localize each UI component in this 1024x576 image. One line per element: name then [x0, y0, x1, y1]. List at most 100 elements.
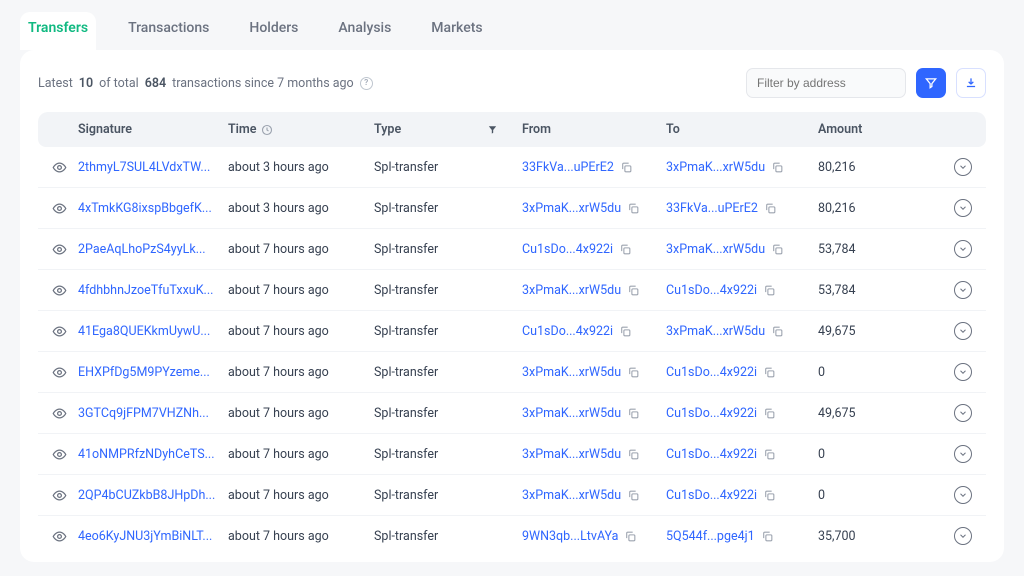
copy-icon[interactable]	[763, 448, 776, 461]
copy-icon[interactable]	[620, 161, 633, 174]
table-row: 4xTmkKG8ixspBbgefK...about 3 hours agoSp…	[38, 188, 986, 229]
to-address-link[interactable]: Cu1sDo...4x922i	[666, 365, 757, 380]
amount-text: 49,675	[818, 324, 856, 339]
signature-link[interactable]: 4xTmkKG8ixspBbgefK...	[78, 201, 212, 216]
amount-text: 80,216	[818, 160, 856, 175]
to-address-link[interactable]: 3xPmaK...xrW5du	[666, 160, 765, 175]
from-address-link[interactable]: 3xPmaK...xrW5du	[522, 447, 621, 462]
type-text: Spl-transfer	[374, 529, 438, 544]
time-text: about 7 hours ago	[228, 242, 329, 257]
from-address-link[interactable]: 9WN3qb...LtvAYa	[522, 529, 618, 544]
filter-address-input[interactable]	[746, 68, 906, 98]
expand-row-icon[interactable]	[954, 527, 972, 545]
tab-analysis[interactable]: Analysis	[330, 12, 399, 50]
expand-row-icon[interactable]	[954, 486, 972, 504]
eye-icon[interactable]	[52, 406, 67, 421]
type-text: Spl-transfer	[374, 283, 438, 298]
from-address-link[interactable]: 33FkVa...uPErE2	[522, 160, 614, 175]
clock-icon	[261, 124, 273, 136]
to-address-link[interactable]: 3xPmaK...xrW5du	[666, 242, 765, 257]
to-address-link[interactable]: 33FkVa...uPErE2	[666, 201, 758, 216]
expand-row-icon[interactable]	[954, 199, 972, 217]
expand-row-icon[interactable]	[954, 158, 972, 176]
copy-icon[interactable]	[761, 530, 774, 543]
expand-row-icon[interactable]	[954, 240, 972, 258]
to-address-link[interactable]: Cu1sDo...4x922i	[666, 406, 757, 421]
expand-row-icon[interactable]	[954, 281, 972, 299]
amount-text: 53,784	[818, 242, 856, 257]
expand-row-icon[interactable]	[954, 404, 972, 422]
copy-icon[interactable]	[763, 366, 776, 379]
from-address-link[interactable]: 3xPmaK...xrW5du	[522, 201, 621, 216]
download-button[interactable]	[956, 68, 986, 98]
from-address-link[interactable]: Cu1sDo...4x922i	[522, 242, 613, 257]
copy-icon[interactable]	[619, 243, 632, 256]
copy-icon[interactable]	[627, 448, 640, 461]
tab-transactions[interactable]: Transactions	[120, 12, 217, 50]
copy-icon[interactable]	[627, 489, 640, 502]
type-text: Spl-transfer	[374, 201, 438, 216]
signature-link[interactable]: 4eo6KyJNU3jYmBiNLT...	[78, 529, 212, 544]
expand-row-icon[interactable]	[954, 445, 972, 463]
copy-icon[interactable]	[771, 161, 784, 174]
from-address-link[interactable]: 3xPmaK...xrW5du	[522, 365, 621, 380]
eye-icon[interactable]	[52, 242, 67, 257]
col-header-time[interactable]: Time	[228, 122, 374, 137]
eye-icon[interactable]	[52, 447, 67, 462]
signature-link[interactable]: 2QP4bCUZkbB8JHpDh...	[78, 488, 215, 503]
signature-link[interactable]: 3GTCq9jFPM7VHZNh...	[78, 406, 209, 421]
tab-holders[interactable]: Holders	[241, 12, 306, 50]
signature-link[interactable]: 2thmyL7SUL4LVdxTW...	[78, 160, 210, 175]
from-address-link[interactable]: 3xPmaK...xrW5du	[522, 283, 621, 298]
signature-link[interactable]: EHXPfDg5M9PYzeme...	[78, 365, 210, 380]
eye-icon[interactable]	[52, 488, 67, 503]
to-address-link[interactable]: 3xPmaK...xrW5du	[666, 324, 765, 339]
copy-icon[interactable]	[763, 284, 776, 297]
copy-icon[interactable]	[771, 243, 784, 256]
tab-transfers[interactable]: Transfers	[20, 12, 96, 50]
copy-icon[interactable]	[627, 202, 640, 215]
eye-icon[interactable]	[52, 283, 67, 298]
copy-icon[interactable]	[763, 489, 776, 502]
signature-link[interactable]: 41Ega8QUEKkmUywU...	[78, 324, 210, 339]
to-address-link[interactable]: Cu1sDo...4x922i	[666, 447, 757, 462]
signature-link[interactable]: 2PaeAqLhoPzS4yyLk...	[78, 242, 206, 257]
to-address-link[interactable]: Cu1sDo...4x922i	[666, 488, 757, 503]
signature-link[interactable]: 4fdhbhnJzoeTfuTxxuK...	[78, 283, 213, 298]
expand-row-icon[interactable]	[954, 363, 972, 381]
eye-icon[interactable]	[52, 529, 67, 544]
expand-row-icon[interactable]	[954, 322, 972, 340]
to-address-link[interactable]: Cu1sDo...4x922i	[666, 283, 757, 298]
col-header-type[interactable]: Type	[374, 122, 522, 137]
table-row: 41Ega8QUEKkmUywU...about 7 hours agoSpl-…	[38, 311, 986, 352]
copy-icon[interactable]	[771, 325, 784, 338]
eye-icon[interactable]	[52, 160, 67, 175]
col-header-signature[interactable]: Signature	[78, 122, 228, 137]
to-address-link[interactable]: 5Q544f...pge4j1	[666, 529, 755, 544]
type-text: Spl-transfer	[374, 242, 438, 257]
tab-markets[interactable]: Markets	[423, 12, 490, 50]
copy-icon[interactable]	[619, 325, 632, 338]
filter-button[interactable]	[916, 68, 946, 98]
filter-icon[interactable]	[487, 124, 498, 135]
help-icon[interactable]: ?	[360, 77, 373, 90]
from-address-link[interactable]: 3xPmaK...xrW5du	[522, 406, 621, 421]
table-row: 2PaeAqLhoPzS4yyLk... about 7 hours ago Spl…	[38, 229, 986, 270]
transfers-panel: Latest 10 of total 684 transactions sinc…	[20, 50, 1004, 562]
copy-icon[interactable]	[627, 284, 640, 297]
eye-icon[interactable]	[52, 324, 67, 339]
copy-icon[interactable]	[627, 366, 640, 379]
eye-icon[interactable]	[52, 201, 67, 216]
from-address-link[interactable]: 3xPmaK...xrW5du	[522, 488, 621, 503]
from-address-link[interactable]: Cu1sDo...4x922i	[522, 324, 613, 339]
copy-icon[interactable]	[627, 407, 640, 420]
col-header-amount[interactable]: Amount	[818, 122, 944, 137]
copy-icon[interactable]	[764, 202, 777, 215]
copy-icon[interactable]	[624, 530, 637, 543]
eye-icon[interactable]	[52, 365, 67, 380]
time-text: about 7 hours ago	[228, 324, 329, 339]
col-header-to[interactable]: To	[666, 122, 818, 137]
signature-link[interactable]: 41oNMPRfzNDyhCeTS...	[78, 447, 215, 462]
copy-icon[interactable]	[763, 407, 776, 420]
col-header-from[interactable]: From	[522, 122, 666, 137]
